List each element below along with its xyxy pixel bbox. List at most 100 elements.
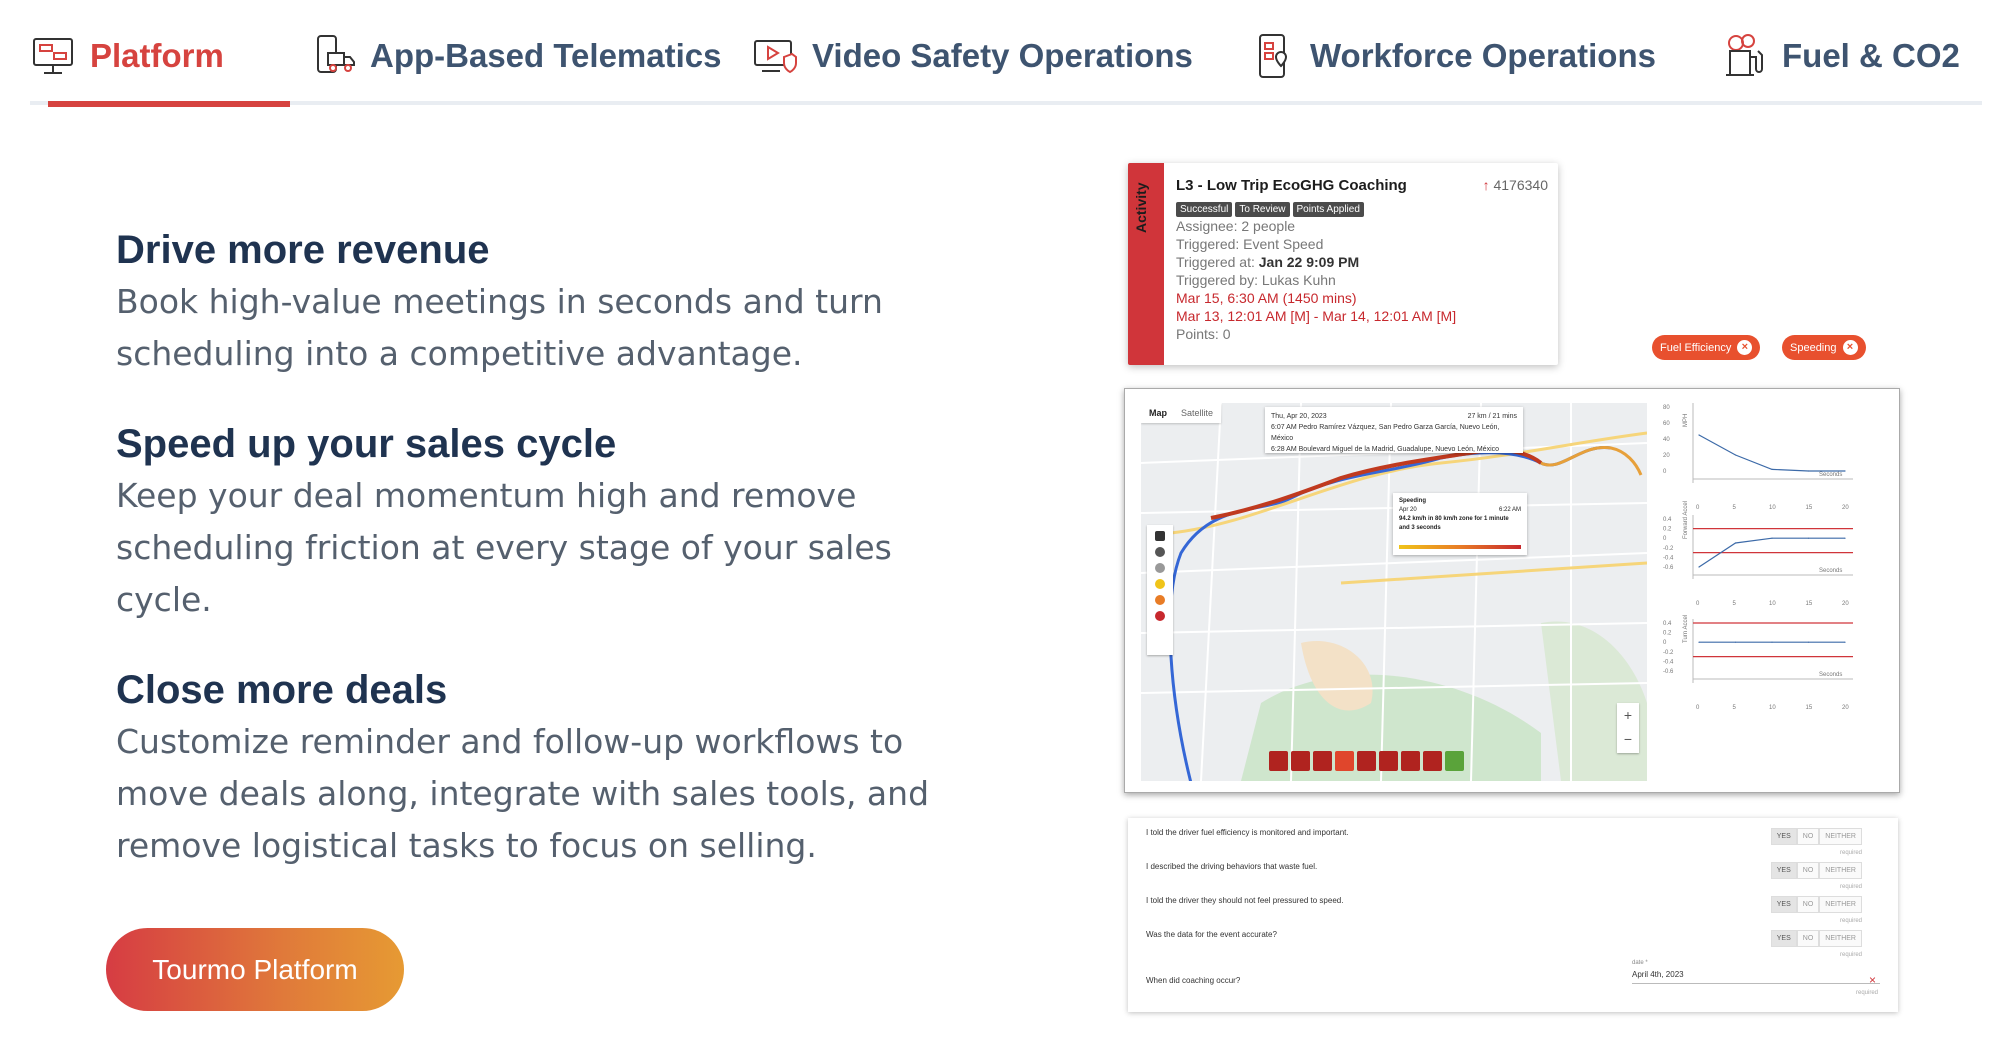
chart-y-tick-label: 60 xyxy=(1663,421,1670,427)
clear-date-icon[interactable]: × xyxy=(1869,973,1876,987)
event-icon[interactable] xyxy=(1401,751,1420,771)
car-icon[interactable] xyxy=(1155,531,1165,541)
answer-no-button[interactable]: NO xyxy=(1796,896,1820,913)
map-roads xyxy=(1141,403,1647,781)
feature-item: Speed up your sales cycle Keep your deal… xyxy=(116,418,1016,626)
coaching-date-field[interactable]: April 4th, 2023 xyxy=(1632,970,1880,984)
triggered-at-label: Triggered at: xyxy=(1176,254,1255,270)
event-icon[interactable] xyxy=(1445,751,1464,771)
event-icon[interactable] xyxy=(1357,751,1376,771)
chart-x-axis-label: Seconds xyxy=(1819,672,1842,678)
chart-y-tick-label: 0 xyxy=(1663,469,1667,475)
tab-video-safety-operations-label: Video Safety Operations xyxy=(812,37,1193,74)
chart-x-axis-label: Seconds xyxy=(1819,472,1842,478)
map-type-tabs: Map Satellite xyxy=(1141,403,1222,423)
activity-triggered: Triggered: Event Speed xyxy=(1176,236,1324,252)
chart-y-tick-label: -0.2 xyxy=(1663,546,1674,552)
feature-title: Speed up your sales cycle xyxy=(116,422,617,466)
chart-data-point xyxy=(1734,454,1737,456)
chart-data-point xyxy=(1807,641,1810,643)
phone-truck-icon xyxy=(317,35,355,73)
chart-x-tick-label: 0 xyxy=(1696,601,1700,607)
active-tab-indicator xyxy=(48,101,290,107)
required-note: required xyxy=(1855,990,1878,996)
answer-yes-button[interactable]: YES xyxy=(1770,862,1797,879)
feature-title: Drive more revenue xyxy=(116,228,490,272)
coaching-questionnaire: I told the driver fuel efficiency is mon… xyxy=(1128,818,1898,1012)
feature-item: Close more deals Customize reminder and … xyxy=(116,664,1016,872)
chart-data-point xyxy=(1844,537,1846,539)
tab-platform-label: Platform xyxy=(90,37,224,74)
filter-pill-fuel-efficiency[interactable]: Fuel Efficiency × xyxy=(1652,335,1761,360)
answer-neither-button[interactable]: NEITHER xyxy=(1819,828,1862,845)
chart-y-tick-label: 40 xyxy=(1663,437,1670,443)
orange-dot-icon[interactable] xyxy=(1155,595,1165,605)
answer-neither-button[interactable]: NEITHER xyxy=(1819,896,1862,913)
answer-yes-button[interactable]: YES xyxy=(1770,828,1797,845)
answer-yes-button[interactable]: YES xyxy=(1770,896,1797,913)
chart-x-axis-label: Seconds xyxy=(1819,568,1842,574)
chart-data-point xyxy=(1771,468,1773,470)
feature-item: Drive more revenue Book high-value meeti… xyxy=(116,224,1016,380)
answer-yes-button[interactable]: YES xyxy=(1770,930,1797,947)
zoom-out-icon[interactable]: − xyxy=(1617,727,1639,751)
trip-map[interactable]: Map Satellite Thu, Apr 20, 2023 27 km / … xyxy=(1141,403,1647,781)
question-row: I described the driving behaviors that w… xyxy=(1146,862,1880,892)
event-icon[interactable] xyxy=(1313,751,1332,771)
required-note: required xyxy=(1839,952,1862,958)
chart-y-axis-label: Turn Accel xyxy=(1683,615,1689,643)
event-icon[interactable] xyxy=(1423,751,1442,771)
close-icon[interactable]: × xyxy=(1842,340,1858,355)
answer-neither-button[interactable]: NEITHER xyxy=(1819,930,1862,947)
event-icon[interactable] xyxy=(1291,751,1310,771)
chart-data-point xyxy=(1698,641,1700,643)
activity-card[interactable]: Activity L3 - Low Trip EcoGHG Coaching ↑… xyxy=(1128,163,1558,365)
red-dot-icon[interactable] xyxy=(1155,611,1165,621)
tourmo-platform-button[interactable]: Tourmo Platform xyxy=(106,928,404,1011)
activity-assignee: Assignee: 2 people xyxy=(1176,218,1296,234)
activity-triggered-at: Triggered at: Jan 22 9:09 PM xyxy=(1176,253,1548,271)
tab-workforce-operations[interactable]: Workforce Operations xyxy=(1250,26,1656,86)
chart-x-tick-label: 15 xyxy=(1806,505,1813,511)
trip-distance: 27 km / 21 mins xyxy=(1467,413,1517,420)
chart-x-tick-label: 10 xyxy=(1769,601,1776,607)
map-zoom-control[interactable]: + − xyxy=(1617,703,1639,753)
chart-x-tick-label: 10 xyxy=(1769,505,1776,511)
tab-fuel-co2[interactable]: Fuel & CO2 xyxy=(1722,26,1960,86)
answer-no-button[interactable]: NO xyxy=(1796,862,1820,879)
chart-y-tick-label: -0.4 xyxy=(1663,555,1674,561)
arrow-up-icon: ↑ xyxy=(1482,177,1490,193)
chart-y-tick-label: -0.2 xyxy=(1663,650,1674,656)
map-tab-map[interactable]: Map xyxy=(1149,408,1167,418)
tab-bar-divider xyxy=(30,101,1982,105)
tab-video-safety-operations[interactable]: Video Safety Operations xyxy=(752,26,1193,86)
chart-data-point xyxy=(1844,641,1846,643)
trip-summary: Thu, Apr 20, 2023 27 km / 21 mins 6:07 A… xyxy=(1265,407,1523,453)
zoom-in-icon[interactable]: + xyxy=(1617,703,1639,727)
required-note: required xyxy=(1839,918,1862,924)
answer-no-button[interactable]: NO xyxy=(1796,930,1820,947)
event-icon[interactable] xyxy=(1379,751,1398,771)
chart-x-tick-label: 15 xyxy=(1806,601,1813,607)
close-icon[interactable]: × xyxy=(1737,340,1753,355)
activity-id: ↑ 4176340 xyxy=(1483,177,1548,193)
answer-no-button[interactable]: NO xyxy=(1796,828,1820,845)
map-legend-toolbar[interactable] xyxy=(1147,525,1173,655)
route-icon[interactable] xyxy=(1155,547,1165,557)
yellow-dot-icon[interactable] xyxy=(1155,579,1165,589)
tab-platform[interactable]: Platform xyxy=(30,26,224,86)
event-icon[interactable] xyxy=(1269,751,1288,771)
filter-pill-speeding[interactable]: Speeding × xyxy=(1782,335,1866,360)
event-icon-bar[interactable] xyxy=(1269,751,1464,771)
question-text: I told the driver fuel efficiency is mon… xyxy=(1146,828,1349,837)
chart-x-tick-label: 5 xyxy=(1733,505,1737,511)
answer-neither-button[interactable]: NEITHER xyxy=(1819,862,1862,879)
tab-app-based-telematics[interactable]: App-Based Telematics xyxy=(310,26,722,86)
chart-x-tick-label: 20 xyxy=(1842,505,1849,511)
filter-pill-label: Fuel Efficiency xyxy=(1660,341,1732,354)
event-icon[interactable] xyxy=(1335,751,1354,771)
map-tab-satellite[interactable]: Satellite xyxy=(1181,408,1213,418)
gauge-icon[interactable] xyxy=(1155,563,1165,573)
chart-series-line xyxy=(1698,434,1845,472)
chart-y-tick-label: 0.4 xyxy=(1663,621,1672,627)
